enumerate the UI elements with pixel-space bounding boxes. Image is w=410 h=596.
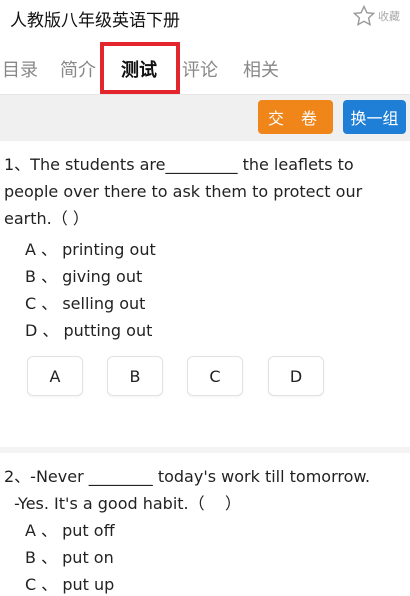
action-bar: 交 卷 换一组 (0, 95, 410, 141)
question-card: 1、The students are_________ the leaflets… (0, 141, 410, 447)
answer-button-c[interactable]: C (187, 356, 243, 396)
option-b: B 、 giving out (25, 267, 143, 286)
tab-comments[interactable]: 评论 (182, 56, 218, 82)
option-d: D 、 putting out (25, 321, 153, 340)
option-a: A 、 printing out (25, 240, 156, 259)
top-bar: 人教版八年级英语下册 收藏 (0, 0, 410, 36)
book-title: 人教版八年级英语下册 (10, 11, 180, 31)
answer-button-d[interactable]: D (268, 356, 324, 396)
next-set-button[interactable]: 换一组 (343, 100, 406, 134)
question-text: 2、-Never ________ today's work till tomo… (4, 467, 371, 513)
option-a: A 、 put off (25, 521, 115, 540)
option-c: C 、 put up (25, 575, 115, 594)
submit-button[interactable]: 交 卷 (258, 100, 333, 134)
favorite-button[interactable]: 收藏 (352, 4, 400, 28)
tab-related[interactable]: 相关 (243, 56, 279, 82)
tab-bar: 目录 简介 测试 评论 相关 (0, 36, 410, 95)
tab-contents[interactable]: 目录 (2, 56, 38, 82)
tab-intro[interactable]: 简介 (60, 56, 96, 82)
tab-highlight-box (100, 42, 180, 94)
option-c: C 、 selling out (25, 294, 146, 313)
answer-button-a[interactable]: A (27, 356, 83, 396)
question-card: 2、-Never ________ today's work till tomo… (0, 453, 410, 596)
star-icon (352, 4, 376, 26)
favorite-label: 收藏 (378, 10, 400, 23)
answer-button-b[interactable]: B (107, 356, 163, 396)
option-b: B 、 put on (25, 548, 114, 567)
question-text: 1、The students are_________ the leaflets… (4, 155, 363, 228)
